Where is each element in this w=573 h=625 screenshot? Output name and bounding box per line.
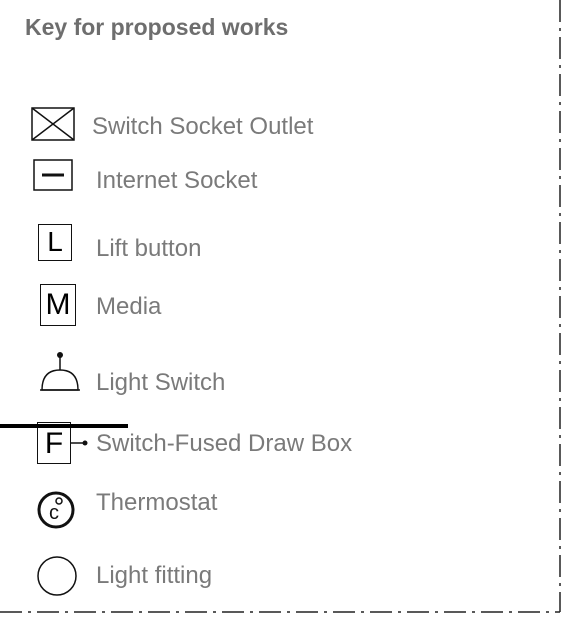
legend-label-fused-draw-box: Switch-Fused Draw Box (96, 430, 353, 457)
thermostat-icon: c (37, 491, 75, 529)
lift-button-letter: L (47, 226, 63, 257)
legend-label-media: Media (96, 293, 162, 320)
light-switch-icon (40, 352, 80, 391)
legend-label-switch-socket: Switch Socket Outlet (92, 113, 314, 140)
internet-socket-icon (33, 159, 73, 191)
lift-button-icon: L (38, 224, 72, 261)
fused-draw-box-letter: F (44, 427, 64, 460)
media-letter: M (45, 288, 71, 321)
key-title: Key for proposed works (25, 14, 289, 40)
switch-socket-icon (31, 107, 75, 141)
legend-label-internet-socket: Internet Socket (96, 167, 258, 194)
fused-draw-box-icon: F (37, 422, 71, 464)
fused-draw-box-connector (71, 440, 88, 446)
light-fitting-icon (37, 556, 77, 596)
legend-label-lift-button: Lift button (96, 235, 202, 262)
dash-dot-border (0, 0, 561, 613)
overlay-line (0, 424, 128, 428)
legend-label-light-fitting: Light fitting (96, 562, 213, 589)
key-panel: Key for proposed works Switch Socket Out… (0, 0, 573, 625)
thermostat-letter: c (49, 502, 59, 524)
media-icon: M (40, 284, 76, 326)
legend-label-light-switch: Light Switch (96, 369, 226, 396)
legend-label-thermostat: Thermostat (96, 489, 218, 516)
